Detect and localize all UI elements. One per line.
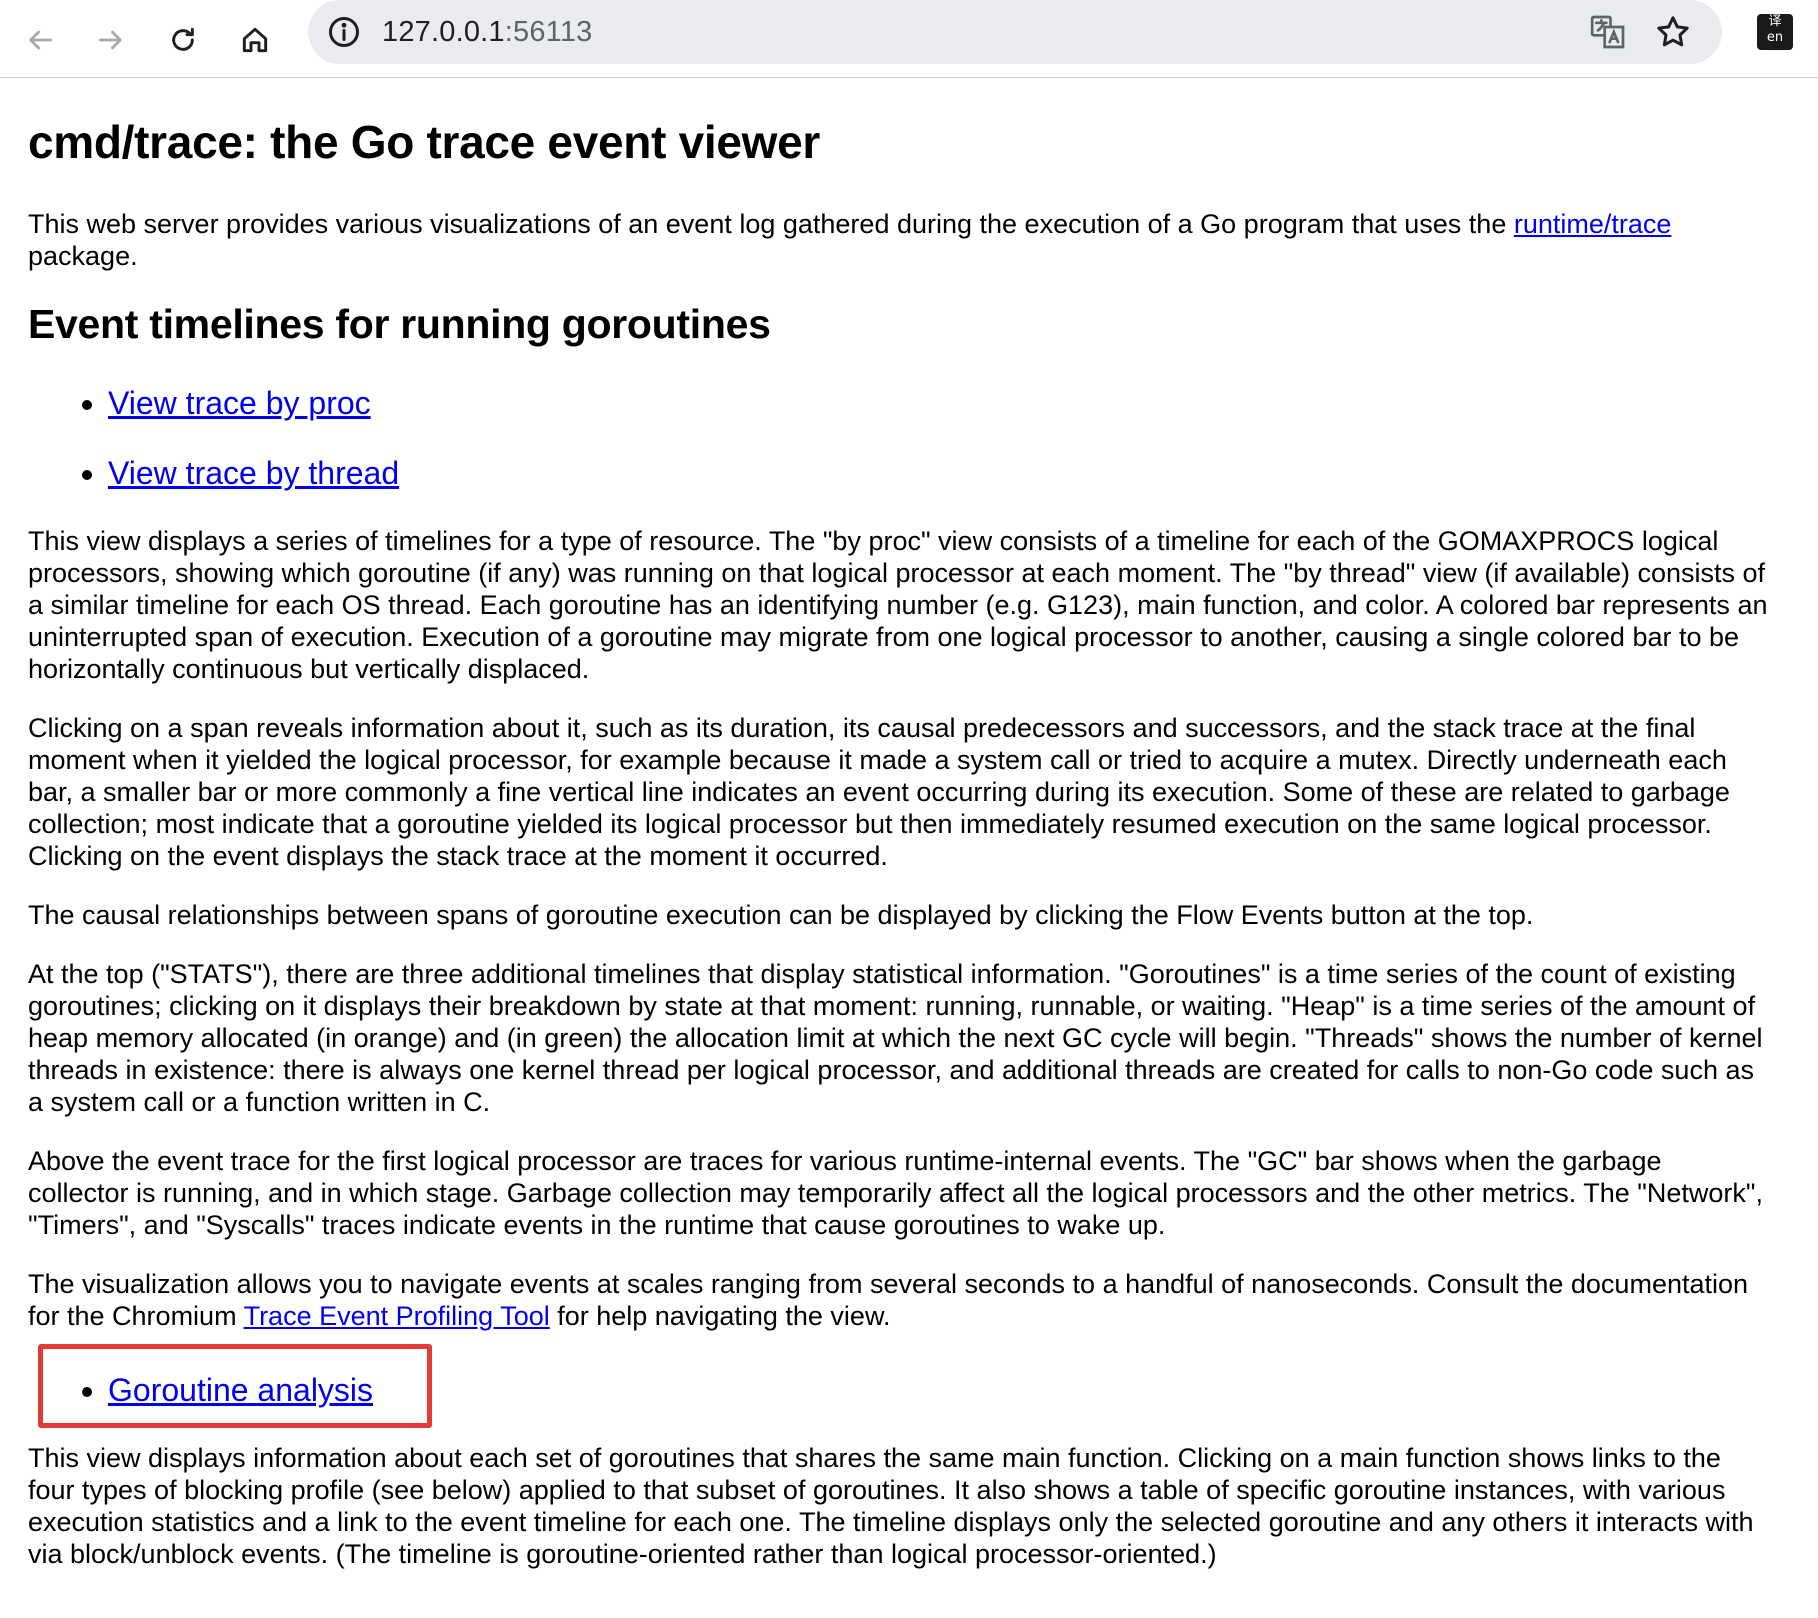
extension-icon[interactable]: 译 en (1757, 14, 1793, 50)
section-title: Event timelines for running goroutines (28, 301, 771, 347)
address-bar[interactable]: 127.0.0.1:56113 (308, 0, 1722, 64)
browser-toolbar: 127.0.0.1:56113 译 en (0, 0, 1818, 78)
back-button[interactable] (12, 12, 68, 68)
reload-icon (172, 27, 194, 51)
home-icon (242, 27, 268, 53)
extension-label-bottom: en (1766, 30, 1784, 45)
goroutine-analysis-link[interactable]: Goroutine analysis (108, 1372, 373, 1408)
flow-events-paragraph: The causal relationships between spans o… (28, 900, 1534, 930)
goroutine-links-list: Goroutine analysis (28, 1370, 1768, 1410)
home-button[interactable] (227, 12, 283, 68)
span-click-paragraph: Clicking on a span reveals information a… (28, 713, 1730, 871)
list-item: View trace by thread (108, 453, 1768, 493)
url-port: :56113 (504, 16, 593, 48)
page-content: cmd/trace: the Go trace event viewer Thi… (28, 78, 1768, 1597)
trace-event-profiling-tool-link[interactable]: Trace Event Profiling Tool (244, 1301, 550, 1331)
list-item: View trace by proc (108, 383, 1768, 423)
goroutine-analysis-paragraph: This view displays information about eac… (28, 1443, 1754, 1569)
timeline-description-paragraph: This view displays a series of timelines… (28, 526, 1768, 684)
intro-text-before: This web server provides various visuali… (28, 209, 1514, 239)
runtime-events-paragraph: Above the event trace for the first logi… (28, 1146, 1764, 1240)
arrow-left-icon (29, 30, 52, 50)
extension-label-top: 译 (1768, 14, 1782, 29)
view-trace-by-thread-link[interactable]: View trace by thread (108, 455, 399, 491)
list-item: Goroutine analysis (108, 1370, 1768, 1410)
arrow-right-icon (99, 30, 122, 50)
translate-icon[interactable] (1588, 12, 1628, 52)
view-trace-by-proc-link[interactable]: View trace by proc (108, 385, 371, 421)
forward-button[interactable] (83, 12, 139, 68)
page-title: cmd/trace: the Go trace event viewer (28, 116, 820, 168)
visualization-paragraph: The visualization allows you to navigate… (28, 1268, 1768, 1332)
intro-text-after: package. (28, 241, 138, 271)
timeline-links-list: View trace by proc View trace by thread (28, 383, 1768, 493)
viz-text-after: for help navigating the view. (549, 1301, 891, 1331)
intro-paragraph: This web server provides various visuali… (28, 208, 1768, 272)
star-icon[interactable] (1653, 12, 1693, 52)
reload-button[interactable] (155, 12, 211, 68)
stats-paragraph: At the top ("STATS"), there are three ad… (28, 959, 1763, 1117)
runtime-trace-link[interactable]: runtime/trace (1514, 209, 1672, 239)
url-host: 127.0.0.1 (382, 16, 505, 48)
url-text[interactable]: 127.0.0.1:56113 (382, 14, 593, 50)
info-icon[interactable] (326, 14, 362, 50)
